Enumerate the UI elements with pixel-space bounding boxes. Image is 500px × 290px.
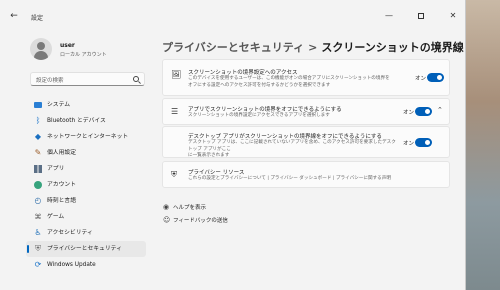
privacy-icon: ⛨ (35, 244, 41, 253)
toggle-state-label: オン (403, 141, 415, 147)
sidebar-item-apps[interactable]: アプリ (26, 161, 146, 177)
setting-title: アプリでスクリーンショットの境界をオフにできるようにする (188, 107, 342, 113)
sidebar-item-bluetooth[interactable]: ᛒ Bluetooth とデバイス (26, 113, 146, 129)
setting-description: スクリーンショットの境界設定にアクセスできるアプリを選択します (188, 113, 330, 118)
apps-icon (34, 165, 42, 173)
sidebar-item-accounts[interactable]: アカウント (26, 177, 146, 193)
shield-icon: ⛨ (171, 170, 177, 179)
sidebar-item-label: ゲーム (47, 214, 65, 220)
breadcrumb-parent[interactable]: プライバシーとセキュリティ (162, 41, 304, 54)
help-link[interactable]: ◉ ヘルプを表示 (163, 203, 206, 211)
sidebar-item-label: システム (47, 102, 71, 108)
feedback-icon: ☺ (163, 216, 171, 224)
user-name: user (60, 42, 75, 49)
setting-description: デスクトップ アプリは、ここに記載されていないアプリを含め、このアクセス許可を要… (188, 140, 396, 158)
settings-window: ← 設定 — ✕ user ローカル アカウント 設定の検索 システム ᛒ Bl… (0, 0, 466, 290)
system-icon (34, 102, 42, 108)
sidebar-item-accessibility[interactable]: ♿ アクセシビリティ (26, 225, 146, 241)
page-title: スクリーンショットの境界線 (321, 41, 464, 54)
minimize-button[interactable]: — (381, 10, 397, 22)
toggle-state-label: オン (403, 110, 415, 116)
sidebar-nav: システム ᛒ Bluetooth とデバイス ◆ ネットワークとインターネット … (26, 97, 146, 273)
setting-title: スクリーンショットの境界設定へのアクセス (188, 70, 298, 76)
sidebar-item-label: アプリ (47, 166, 65, 172)
toggle-state-label: オン (415, 76, 427, 82)
maximize-icon (418, 12, 424, 19)
back-arrow-icon[interactable]: ← (6, 8, 22, 24)
avatar-head-shape (37, 42, 45, 50)
sidebar-item-time-language[interactable]: ◴ 時刻と言語 (26, 193, 146, 209)
breadcrumb-separator: > (308, 41, 318, 54)
avatar-body-shape (34, 51, 48, 60)
apps-list-icon: ☰ (171, 107, 179, 116)
apps-toggle[interactable] (415, 107, 432, 116)
feedback-link-label: フィードバックの送信 (173, 218, 228, 224)
sidebar-item-network[interactable]: ◆ ネットワークとインターネット (26, 129, 146, 145)
avatar[interactable] (30, 38, 52, 60)
sidebar-item-windows-update[interactable]: ⟳ Windows Update (26, 257, 146, 273)
desktop-apps-toggle[interactable] (415, 138, 432, 147)
time-language-icon: ◴ (34, 196, 42, 205)
maximize-button[interactable] (413, 10, 429, 22)
breadcrumb: プライバシーとセキュリティ > スクリーンショットの境界線 (162, 39, 464, 55)
feedback-link[interactable]: ☺ フィードバックの送信 (163, 216, 228, 224)
sidebar-item-personalization[interactable]: ✎ 個人用設定 (26, 145, 146, 161)
user-account-type: ローカル アカウント (60, 52, 107, 58)
setting-card-access: 🖼 スクリーンショットの境界設定へのアクセス このデバイスを使用するユーザーは、… (162, 59, 450, 96)
setting-card-desktop-apps: デスクトップ アプリがスクリーンショットの境界線をオフにできるようにする デスク… (162, 126, 450, 158)
sidebar-item-label: アクセシビリティ (47, 230, 93, 236)
privacy-links[interactable]: これらの設定とプライバシーについて | プライバシー ダッシュボード | プライ… (188, 176, 448, 183)
bluetooth-icon: ᛒ (35, 116, 41, 125)
search-icon (133, 76, 139, 82)
screenshot-icon: 🖼 (171, 70, 182, 79)
help-link-label: ヘルプを表示 (173, 205, 207, 211)
gaming-icon: ⌘ (34, 213, 42, 221)
personalization-icon: ✎ (34, 148, 42, 157)
sidebar-item-privacy[interactable]: ⛨ プライバシーとセキュリティ (26, 241, 146, 257)
sidebar-item-label: 個人用設定 (47, 150, 76, 156)
sidebar-item-label: Windows Update (47, 262, 96, 268)
search-input[interactable]: 設定の検索 (30, 72, 145, 86)
sidebar-item-gaming[interactable]: ⌘ ゲーム (26, 209, 146, 225)
close-button[interactable]: ✕ (445, 10, 461, 22)
app-title: 設定 (31, 15, 44, 22)
sidebar-item-label: アカウント (47, 182, 76, 188)
network-icon: ◆ (34, 132, 42, 141)
setting-title: デスクトップ アプリがスクリーンショットの境界線をオフにできるようにする (188, 134, 382, 140)
chevron-up-icon[interactable]: ⌃ (437, 106, 443, 114)
desktop-background (465, 0, 500, 290)
setting-description: このデバイスを使用するユーザーは、この機能がオンの場合アプリにスクリーンショット… (188, 76, 390, 88)
windows-update-icon: ⟳ (34, 260, 42, 269)
sidebar-item-system[interactable]: システム (26, 97, 146, 113)
help-icon: ◉ (163, 203, 170, 211)
sidebar-item-label: 時刻と言語 (47, 198, 76, 204)
access-toggle[interactable] (427, 73, 444, 82)
setting-title: プライバシー リソース (188, 170, 245, 176)
setting-card-privacy-resources: ⛨ プライバシー リソース これらの設定とプライバシーについて | プライバシー… (162, 161, 450, 188)
setting-card-apps[interactable]: ☰ アプリでスクリーンショットの境界をオフにできるようにする スクリーンショット… (162, 98, 450, 125)
sidebar-item-label: ネットワークとインターネット (47, 134, 129, 140)
accounts-icon (34, 181, 42, 189)
title-bar: ← 設定 — ✕ (0, 0, 466, 32)
sidebar-item-label: Bluetooth とデバイス (47, 118, 106, 124)
accessibility-icon: ♿ (34, 228, 42, 237)
search-placeholder: 設定の検索 (36, 78, 64, 84)
sidebar-item-label: プライバシーとセキュリティ (47, 246, 122, 252)
